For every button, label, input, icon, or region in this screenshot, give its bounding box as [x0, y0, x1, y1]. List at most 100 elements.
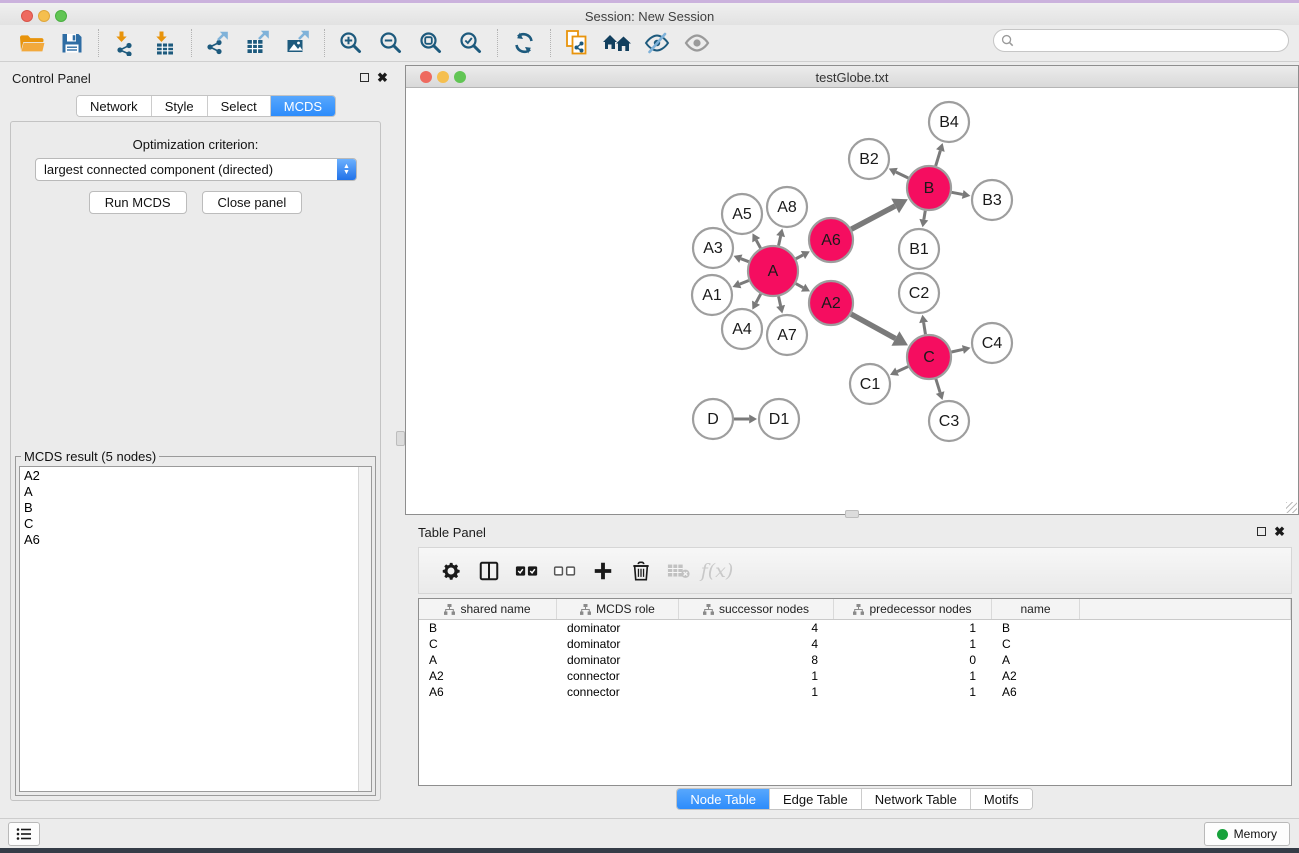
table-row[interactable]: A6connector11A6 — [419, 684, 1291, 700]
resize-grip-icon[interactable] — [1286, 502, 1297, 513]
cell-name[interactable]: A6 — [992, 684, 1080, 700]
float-panel-icon[interactable] — [360, 73, 369, 82]
cell-shared_name[interactable]: A6 — [419, 684, 557, 700]
graph-node-C2[interactable]: C2 — [899, 273, 939, 313]
close-panel-icon[interactable]: ✖ — [377, 72, 388, 83]
graph-edge-A-A2[interactable] — [796, 284, 803, 288]
mcds-result-item[interactable]: C — [20, 515, 371, 531]
graph-node-B1[interactable]: B1 — [899, 229, 939, 269]
cell-mcds_role[interactable]: connector — [557, 668, 679, 684]
cell-successors[interactable]: 1 — [679, 668, 834, 684]
graph-edge-B-B3[interactable] — [952, 192, 963, 194]
cell-name[interactable]: C — [992, 636, 1080, 652]
gear-icon[interactable] — [434, 556, 468, 586]
save-icon[interactable] — [55, 28, 89, 58]
mcds-result-item[interactable]: A2 — [20, 467, 371, 483]
zoom-out-icon[interactable] — [374, 28, 408, 58]
graph-edge-C-C1[interactable] — [897, 367, 908, 372]
splitter-grip-horizontal[interactable] — [845, 510, 859, 518]
select-all-icon[interactable] — [510, 556, 544, 586]
graph-edge-B-B2[interactable] — [896, 172, 908, 178]
table-row[interactable]: Adominator80A — [419, 652, 1291, 668]
graph-node-B[interactable]: B — [907, 166, 951, 210]
cell-shared_name[interactable]: C — [419, 636, 557, 652]
scrollbar[interactable] — [358, 467, 371, 791]
graph-node-A4[interactable]: A4 — [722, 309, 762, 349]
cell-predecessors[interactable]: 1 — [834, 620, 992, 636]
column-header-shared-name[interactable]: shared name — [419, 599, 557, 619]
cell-mcds_role[interactable]: dominator — [557, 652, 679, 668]
table-row[interactable]: A2connector11A2 — [419, 668, 1291, 684]
graph-edge-C-C2[interactable] — [924, 322, 926, 334]
graph-edge-A6-B[interactable] — [851, 206, 895, 229]
graph-edge-A-A4[interactable] — [756, 294, 761, 303]
splitter-grip-vertical[interactable] — [396, 431, 405, 446]
graph-edge-A-A7[interactable] — [779, 296, 781, 305]
network-window-titlebar[interactable]: testGlobe.txt — [406, 66, 1298, 88]
graph-edge-A-A3[interactable] — [741, 259, 749, 262]
memory-button[interactable]: Memory — [1204, 822, 1290, 846]
network-graph-canvas[interactable]: B4B2BB3A8A5A6A3B1AA1C2A2A4A7C4CC1DD1C3 — [407, 89, 1298, 514]
close-panel-button[interactable]: Close panel — [202, 191, 303, 214]
duplicate-network-icon[interactable] — [560, 28, 594, 58]
home-networks-icon[interactable] — [600, 28, 634, 58]
deselect-all-icon[interactable] — [548, 556, 582, 586]
graph-node-C4[interactable]: C4 — [972, 323, 1012, 363]
graph-node-C1[interactable]: C1 — [850, 364, 890, 404]
trash-icon[interactable] — [624, 556, 658, 586]
cell-mcds_role[interactable]: dominator — [557, 620, 679, 636]
graph-node-D[interactable]: D — [693, 399, 733, 439]
graph-node-C3[interactable]: C3 — [929, 401, 969, 441]
column-header-name[interactable]: name — [992, 599, 1080, 619]
graph-node-C[interactable]: C — [907, 335, 951, 379]
zoom-selected-icon[interactable] — [454, 28, 488, 58]
graph-node-A3[interactable]: A3 — [693, 228, 733, 268]
cell-shared_name[interactable]: A2 — [419, 668, 557, 684]
export-network-icon[interactable] — [201, 28, 235, 58]
cell-predecessors[interactable]: 1 — [834, 684, 992, 700]
task-list-button[interactable] — [8, 822, 40, 846]
graph-edge-C-C4[interactable] — [951, 349, 962, 352]
mcds-result-list[interactable]: A2ABCA6 — [19, 466, 372, 792]
cell-name[interactable]: A2 — [992, 668, 1080, 684]
import-network-icon[interactable] — [108, 28, 142, 58]
column-header-successor-nodes[interactable]: successor nodes — [679, 599, 834, 619]
add-column-icon[interactable] — [586, 556, 620, 586]
open-folder-icon[interactable] — [15, 28, 49, 58]
hide-eye-icon[interactable] — [640, 28, 674, 58]
graph-node-A5[interactable]: A5 — [722, 194, 762, 234]
cell-predecessors[interactable]: 0 — [834, 652, 992, 668]
cell-successors[interactable]: 4 — [679, 636, 834, 652]
tab-motifs[interactable]: Motifs — [971, 789, 1032, 809]
graph-edge-A2-C[interactable] — [851, 314, 895, 338]
graph-node-B2[interactable]: B2 — [849, 139, 889, 179]
export-table-icon[interactable] — [241, 28, 275, 58]
table-row[interactable]: Cdominator41C — [419, 636, 1291, 652]
graph-node-A8[interactable]: A8 — [767, 187, 807, 227]
graph-node-B4[interactable]: B4 — [929, 102, 969, 142]
graph-edge-A-A1[interactable] — [740, 281, 749, 285]
close-panel-icon[interactable]: ✖ — [1274, 526, 1285, 537]
import-table-icon[interactable] — [148, 28, 182, 58]
zoom-in-icon[interactable] — [334, 28, 368, 58]
graph-node-A1[interactable]: A1 — [692, 275, 732, 315]
cell-successors[interactable]: 1 — [679, 684, 834, 700]
cell-shared_name[interactable]: B — [419, 620, 557, 636]
cell-successors[interactable]: 8 — [679, 652, 834, 668]
graph-edge-B-B1[interactable] — [924, 211, 925, 220]
tab-mcds[interactable]: MCDS — [271, 96, 335, 116]
cell-mcds_role[interactable]: connector — [557, 684, 679, 700]
graph-node-A2[interactable]: A2 — [809, 281, 853, 325]
search-field[interactable] — [993, 29, 1289, 52]
graph-node-D1[interactable]: D1 — [759, 399, 799, 439]
cell-name[interactable]: B — [992, 620, 1080, 636]
criterion-dropdown[interactable]: largest connected component (directed) ▲… — [35, 158, 357, 181]
tab-select[interactable]: Select — [208, 96, 271, 116]
column-header-predecessor-nodes[interactable]: predecessor nodes — [834, 599, 992, 619]
tab-network[interactable]: Network — [77, 96, 152, 116]
cell-predecessors[interactable]: 1 — [834, 668, 992, 684]
cell-successors[interactable]: 4 — [679, 620, 834, 636]
export-image-icon[interactable] — [281, 28, 315, 58]
mcds-result-item[interactable]: A6 — [20, 531, 371, 547]
zoom-fit-icon[interactable] — [414, 28, 448, 58]
